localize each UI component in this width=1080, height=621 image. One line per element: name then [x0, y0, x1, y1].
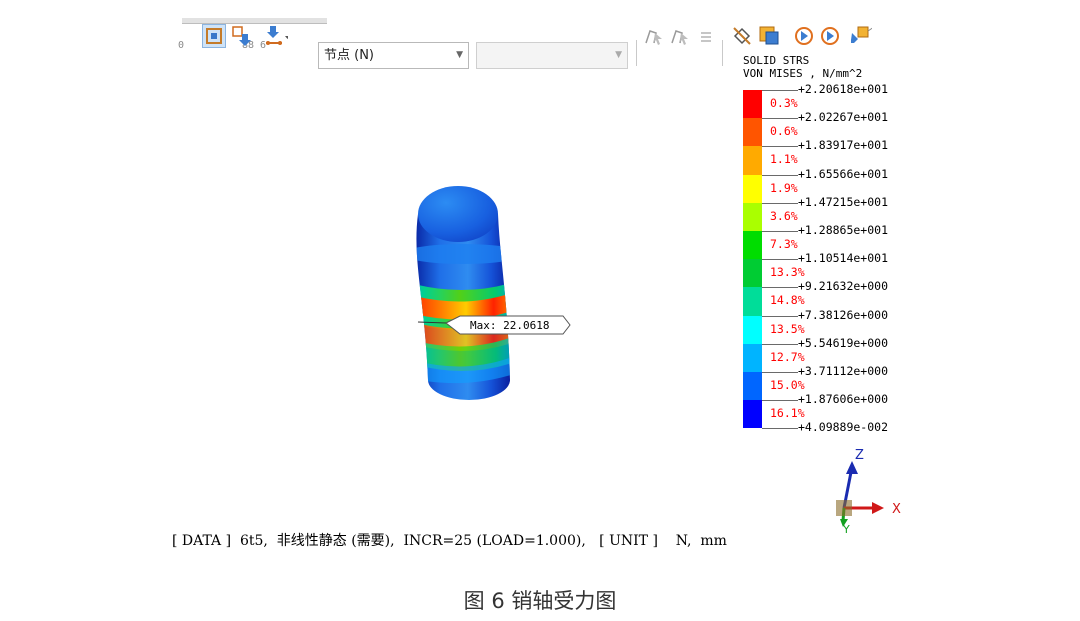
legend-color-band: [743, 315, 762, 344]
legend-percentage: 1.1%: [770, 152, 798, 167]
legend-tick: [762, 315, 798, 317]
pin-model[interactable]: Max: 22.0618: [400, 186, 571, 400]
x-axis-arrow: [872, 502, 884, 514]
legend-percentage: 14.8%: [770, 293, 805, 308]
legend-value: +1.87606e+000: [798, 392, 889, 407]
legend-color-band: [743, 343, 762, 372]
axis-triad: Z X Y: [836, 448, 901, 536]
legend-value: +7.38126e+000: [798, 307, 889, 322]
legend-percentage: 12.7%: [770, 349, 805, 364]
legend-tick: [762, 343, 798, 345]
legend-tick: [762, 146, 798, 148]
legend-percentage: 1.9%: [770, 180, 798, 195]
legend-tick: [762, 372, 798, 373]
legend-color-band: [743, 146, 762, 175]
legend-value: +1.10514e+001: [798, 251, 889, 266]
legend-value: +2.20618e+001: [798, 82, 889, 96]
legend-tick: [762, 231, 798, 232]
legend-color-band: [743, 287, 762, 316]
legend-tick: [762, 400, 798, 402]
legend-percentage: 3.6%: [770, 208, 798, 223]
y-axis-label: Y: [842, 523, 850, 536]
legend-value: +5.54619e+000: [798, 335, 889, 350]
legend-tick: [762, 428, 798, 430]
legend-value: +4.09889e-002: [798, 420, 889, 435]
z-axis-label: Z: [855, 448, 864, 463]
legend-percentage: 16.1%: [770, 406, 805, 421]
legend-tick: [762, 118, 798, 120]
legend-color-band: [743, 90, 762, 119]
legend-color-band: [743, 118, 762, 147]
figure-caption: 图 6 销轴受力图: [463, 589, 617, 613]
legend-percentage: 7.3%: [770, 237, 798, 251]
status-line: [ DATA ] 6t5, 非线性静态 (需要), INCR=25 (LOAD=…: [172, 533, 727, 549]
max-label: Max: 22.0618: [470, 319, 549, 332]
legend-color-band: [743, 259, 762, 288]
legend-color-band: [743, 372, 762, 401]
legend-tick: [762, 287, 798, 289]
legend-value: +1.28865e+001: [798, 223, 889, 237]
legend-tick: [762, 259, 798, 261]
legend-title-line2: VON MISES , N/mm^2: [743, 67, 863, 80]
legend-percentage: 0.3%: [770, 96, 798, 110]
legend-color-band: [743, 202, 762, 231]
legend-value: +2.02267e+001: [798, 110, 889, 125]
legend-color-band: [743, 400, 762, 429]
legend-percentage: 13.5%: [770, 321, 805, 336]
x-axis-label: X: [892, 502, 901, 517]
legend-value: +1.47215e+001: [798, 194, 889, 209]
legend-tick: [762, 90, 798, 91]
legend-title-line1: SOLID STRS: [743, 54, 810, 67]
legend-percentage: 15.0%: [770, 378, 805, 392]
legend-value: +3.71112e+000: [798, 364, 889, 378]
legend-tick: [762, 202, 798, 204]
stress-legend: SOLID STRS VON MISES , N/mm^2 +2.20618e+…: [743, 54, 903, 444]
legend-color-band: [743, 231, 762, 260]
legend-value: +9.21632e+000: [798, 279, 889, 294]
legend-value: +1.65566e+001: [798, 166, 889, 181]
model-viewport[interactable]: Max: 22.0618 Z X Y: [0, 0, 1080, 621]
pin-top-face: [418, 186, 498, 242]
legend-color-band: [743, 174, 762, 203]
legend-value: +1.83917e+001: [798, 138, 889, 153]
triad-origin: [836, 500, 852, 516]
legend-percentage: 0.6%: [770, 124, 798, 139]
legend-tick: [762, 174, 798, 176]
legend-percentage: 13.3%: [770, 265, 805, 280]
